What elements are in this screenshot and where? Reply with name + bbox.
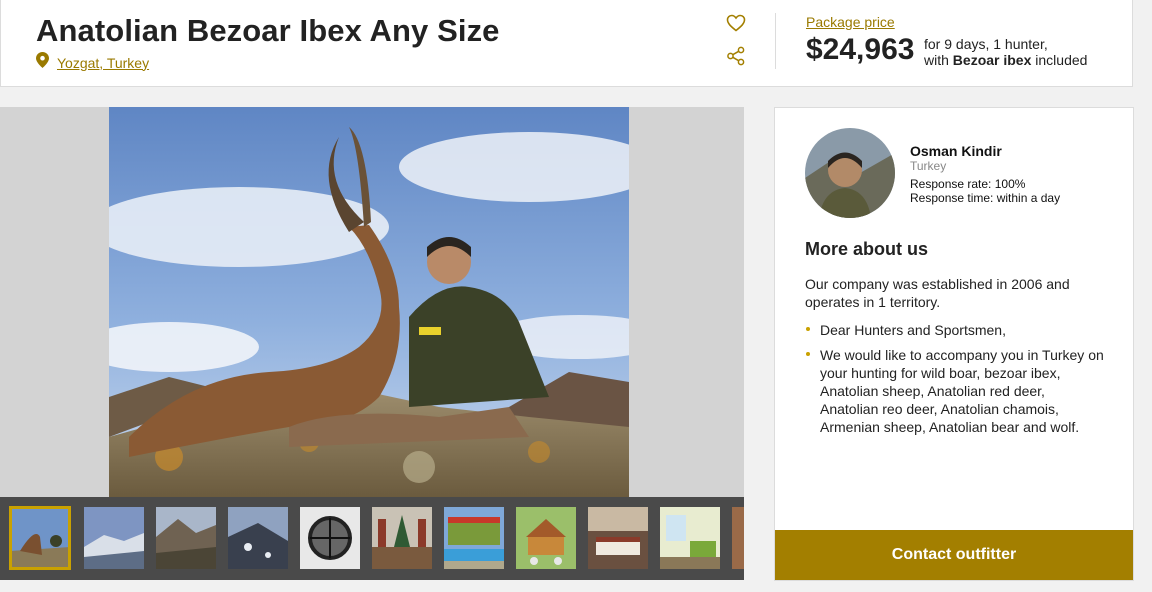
outfitter-panel: Osman Kindir Turkey Response rate: 100% …	[774, 107, 1134, 581]
thumbnail-11[interactable]	[732, 507, 744, 569]
package-price-link[interactable]: Package price	[806, 14, 895, 30]
price-note-line2: with Bezoar ibex included	[924, 52, 1088, 68]
location-pin-icon	[36, 52, 49, 73]
package-price: $24,963	[806, 33, 915, 66]
list-item: We would like to accompany you in Turkey…	[805, 346, 1105, 436]
share-icon[interactable]	[725, 45, 747, 67]
price-note-line1: for 9 days, 1 hunter,	[924, 36, 1048, 52]
thumbnail-strip	[0, 497, 744, 580]
contact-outfitter-button[interactable]: Contact outfitter	[775, 530, 1133, 580]
photo-gallery	[0, 107, 744, 580]
thumbnail-2[interactable]	[84, 507, 144, 569]
thumbnail-1[interactable]	[9, 506, 71, 570]
thumbnail-5[interactable]	[300, 507, 360, 569]
about-list: Dear Hunters and Sportsmen, We would lik…	[805, 321, 1105, 443]
list-item: Dear Hunters and Sportsmen,	[805, 321, 1105, 339]
thumbnail-4[interactable]	[228, 507, 288, 569]
thumbnail-8[interactable]	[516, 507, 576, 569]
thumbnail-7[interactable]	[444, 507, 504, 569]
price-note: for 9 days, 1 hunter, with Bezoar ibex i…	[924, 36, 1087, 68]
avatar[interactable]	[805, 128, 895, 218]
thumbnail-10[interactable]	[660, 507, 720, 569]
thumbnail-9[interactable]	[588, 507, 648, 569]
response-time: Response time: within a day	[910, 191, 1061, 205]
header-divider	[775, 13, 776, 69]
main-photo[interactable]	[109, 107, 629, 497]
response-rate: Response rate: 100%	[910, 177, 1026, 191]
company-intro: Our company was established in 2006 and …	[805, 276, 1070, 310]
outfitter-name: Osman Kindir	[910, 143, 1002, 159]
outfitter-country: Turkey	[910, 159, 947, 173]
location-link[interactable]: Yozgat, Turkey	[57, 55, 149, 71]
page-title: Anatolian Bezoar Ibex Any Size	[36, 13, 500, 48]
listing-header: Anatolian Bezoar Ibex Any Size Yozgat, T…	[0, 0, 1133, 87]
thumbnail-3[interactable]	[156, 507, 216, 569]
thumbnail-6[interactable]	[372, 507, 432, 569]
location-row: Yozgat, Turkey	[36, 52, 149, 73]
heart-icon[interactable]	[725, 12, 747, 34]
more-about-heading: More about us	[805, 239, 929, 259]
included-species: Bezoar ibex	[952, 52, 1032, 68]
